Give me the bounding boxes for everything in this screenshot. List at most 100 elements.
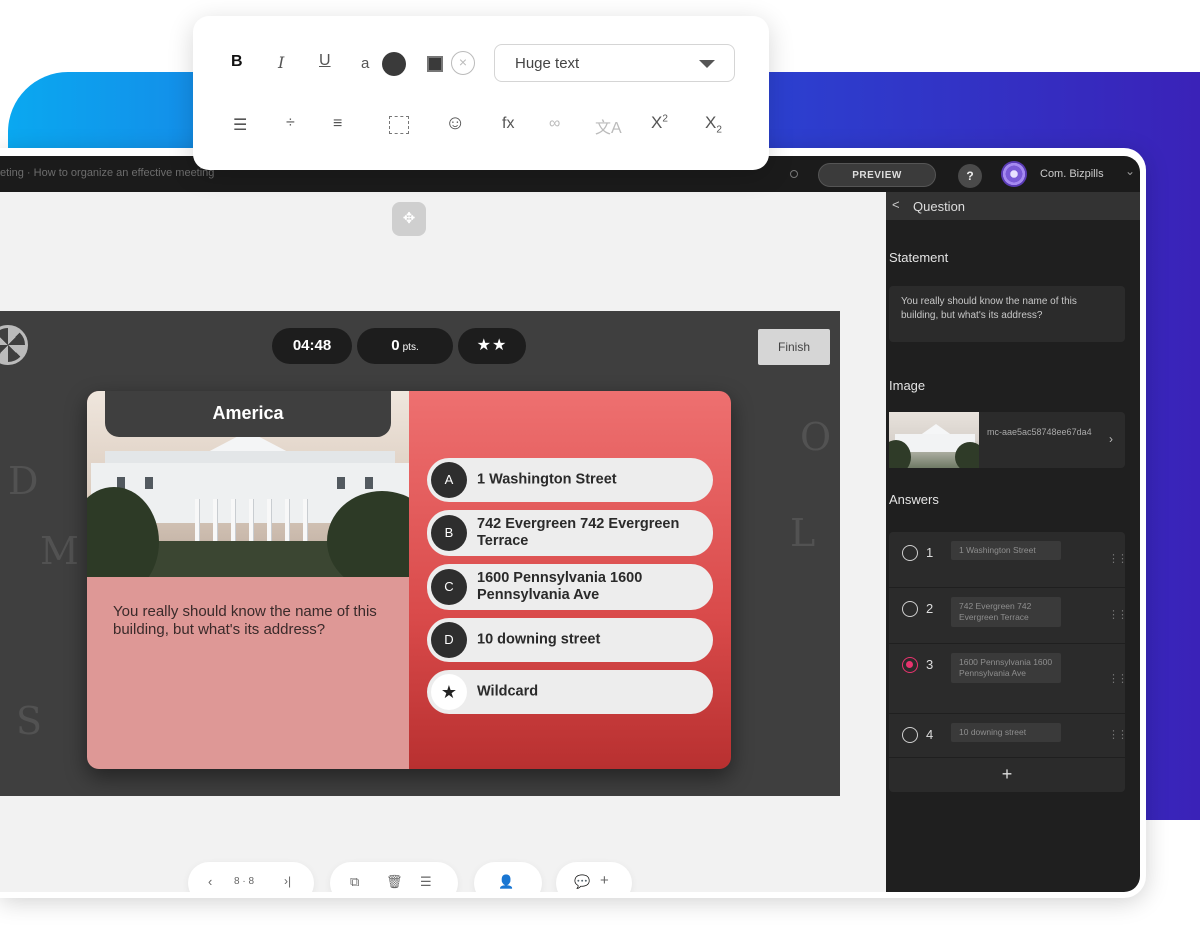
answer-radio[interactable] <box>902 601 918 617</box>
bold-icon[interactable]: B <box>231 53 243 71</box>
link-icon[interactable]: ∞ <box>549 115 560 133</box>
answer-letter-badge: B <box>431 515 467 551</box>
subscript-icon[interactable]: X2 <box>705 113 722 135</box>
align-left-icon[interactable]: ☰ <box>233 115 247 135</box>
trash-icon[interactable]: 🗑 <box>386 874 403 890</box>
help-button[interactable]: ? <box>958 164 982 188</box>
avatar[interactable] <box>1001 161 1027 187</box>
drag-handle-icon[interactable]: ⋮⋮ <box>1108 552 1128 565</box>
answer-input[interactable]: 10 downing street <box>951 723 1061 742</box>
answer-radio[interactable] <box>902 727 918 743</box>
font-size-select[interactable]: Huge text <box>494 44 735 82</box>
answer-input[interactable]: 1 Washington Street <box>951 541 1061 560</box>
answer-option-a[interactable]: A 1 Washington Street <box>427 458 713 502</box>
question-panel: < Question Statement You really should k… <box>886 192 1140 892</box>
clear-color-icon[interactable]: × <box>451 51 475 75</box>
subscript-label: X <box>705 113 717 132</box>
status-dot-icon <box>790 170 798 178</box>
page-indicator: 8 · 8 <box>234 876 255 887</box>
answer-number: 4 <box>926 727 934 742</box>
answer-row: 4 10 downing street ⋮⋮ <box>889 714 1128 758</box>
list-icon[interactable]: ≡ <box>333 115 342 133</box>
function-icon[interactable]: fx <box>502 115 514 133</box>
answers-list: 1 1 Washington Street ⋮⋮ 2 742 Evergreen… <box>889 532 1128 792</box>
answer-option-b[interactable]: B 742 Evergreen 742 Evergreen Terrace <box>427 510 713 556</box>
font-size-value: Huge text <box>515 55 580 72</box>
drag-handle-icon[interactable]: ⋮⋮ <box>1108 608 1128 621</box>
superscript-icon[interactable]: X2 <box>651 113 668 133</box>
decor-letter: D <box>8 459 39 503</box>
card-title[interactable]: America <box>105 391 391 437</box>
back-icon[interactable]: < <box>892 197 900 212</box>
superscript-exp: 2 <box>662 113 668 125</box>
panel-title: Question <box>913 199 966 214</box>
statement-text[interactable]: You really should know the name of this … <box>113 603 393 639</box>
answer-text: 742 Evergreen 742 Evergreen Terrace <box>477 516 680 549</box>
duplicate-icon[interactable]: ⧉ <box>350 874 359 890</box>
image-selector[interactable]: mc-aae5ac58748ee67da4 › <box>889 412 1125 468</box>
answer-number: 1 <box>926 545 934 560</box>
answers-label: Answers <box>889 492 939 507</box>
answer-option-c[interactable]: C 1600 Pennsylvania 1600 Pennsylvania Av… <box>427 564 713 610</box>
finish-button[interactable]: Finish <box>758 329 830 365</box>
italic-icon[interactable]: I <box>278 53 284 72</box>
comment-icon[interactable]: 💬 <box>574 874 590 890</box>
users-action: 👤 <box>474 862 542 892</box>
list-settings-icon[interactable]: ☰ <box>420 874 432 890</box>
add-user-icon[interactable]: 👤 <box>498 874 514 890</box>
translate-icon[interactable]: 文A <box>595 114 622 138</box>
line-spacing-icon[interactable]: ÷ <box>286 114 295 132</box>
points-value: 0 <box>391 337 400 354</box>
decor-letter: O <box>800 415 832 459</box>
answer-input[interactable]: 1600 Pennsylvania 1600 Pennsylvania Ave <box>951 653 1061 683</box>
points-counter: 0 pts. <box>357 328 453 364</box>
underline-icon[interactable]: U <box>319 52 331 70</box>
answer-text: 1 Washington Street <box>477 471 617 488</box>
drag-handle-icon[interactable]: ⋮⋮ <box>1108 672 1128 685</box>
building-window <box>337 477 345 489</box>
move-handle-icon[interactable]: ✥ <box>392 202 426 236</box>
format-toolbar: B I U a × Huge text ☰ ÷ ≡ ☺ fx ∞ 文A X2 X… <box>193 16 769 170</box>
chevron-down-icon[interactable]: ⌄ <box>1125 164 1135 178</box>
breadcrumb[interactable]: eting · How to organize an effective mee… <box>0 167 214 179</box>
add-answer-button[interactable]: + <box>889 758 1125 792</box>
frame-icon[interactable] <box>389 116 409 134</box>
app-content: eting · How to organize an effective mee… <box>0 156 1140 892</box>
text-color-icon[interactable]: a <box>361 55 369 72</box>
page-navigator: ‹ 8 · 8 ›| <box>188 862 314 892</box>
answer-text: 1600 Pennsylvania 1600 Pennsylvania Ave <box>477 570 643 603</box>
answer-text: Wildcard <box>477 683 539 700</box>
app-window: eting · How to organize an effective mee… <box>0 148 1146 898</box>
answer-radio-selected[interactable] <box>902 657 918 673</box>
answer-option-d[interactable]: D 10 downing street <box>427 618 713 662</box>
question-card: America You really should know the name … <box>87 391 731 769</box>
text-color-swatch[interactable] <box>382 52 406 76</box>
wheel-icon[interactable] <box>0 325 28 365</box>
add-comment-icon[interactable]: + <box>600 872 609 889</box>
prev-page-icon[interactable]: ‹ <box>208 874 212 889</box>
answer-row: 3 1600 Pennsylvania 1600 Pennsylvania Av… <box>889 644 1128 714</box>
preview-button[interactable]: PREVIEW <box>818 163 936 187</box>
answer-input[interactable]: 742 Evergreen 742 Evergreen Terrace <box>951 597 1061 627</box>
answer-text: 10 downing street <box>477 631 601 648</box>
answer-row: 1 1 Washington Street ⋮⋮ <box>889 532 1128 588</box>
emoji-icon[interactable]: ☺ <box>445 112 465 135</box>
answer-option-wildcard[interactable]: ★ Wildcard <box>427 670 713 714</box>
statement-input[interactable]: You really should know the name of this … <box>889 286 1125 342</box>
answer-radio[interactable] <box>902 545 918 561</box>
chevron-right-icon[interactable]: › <box>1109 432 1113 446</box>
account-name[interactable]: Com. Bizpills <box>1040 168 1104 180</box>
decor-letter: S <box>16 699 43 743</box>
answer-letter-badge: C <box>431 569 467 605</box>
marketing-canvas: eting · How to organize an effective mee… <box>0 0 1200 926</box>
timer: 04:48 <box>272 328 352 364</box>
star-rating: ★★ <box>458 328 526 364</box>
last-page-icon[interactable]: ›| <box>284 874 291 888</box>
subscript-exp: 2 <box>716 124 722 136</box>
superscript-label: X <box>651 113 663 132</box>
highlight-icon[interactable] <box>427 56 443 72</box>
statement-side: America You really should know the name … <box>87 391 409 769</box>
answers-side: A 1 Washington Street B 742 Evergreen 74… <box>409 391 731 769</box>
drag-handle-icon[interactable]: ⋮⋮ <box>1108 728 1128 741</box>
answer-row: 2 742 Evergreen 742 Evergreen Terrace ⋮⋮ <box>889 588 1128 644</box>
